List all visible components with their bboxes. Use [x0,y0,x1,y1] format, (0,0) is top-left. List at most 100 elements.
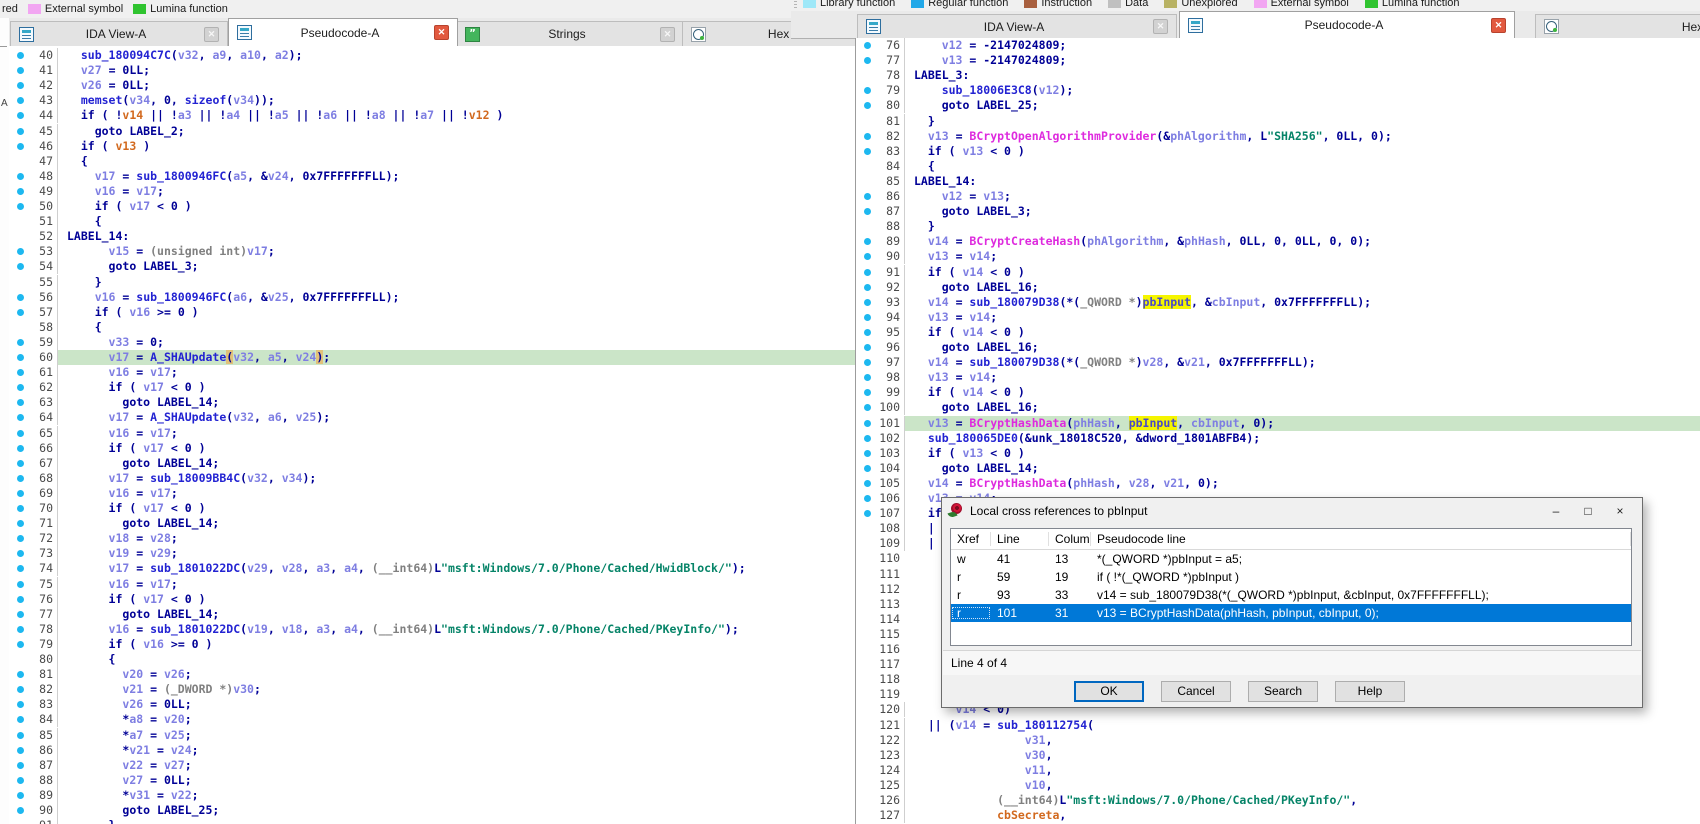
code-line-87: 87 goto LABEL_3; [856,204,1700,220]
tab-strings[interactable]: ”Strings✕ [456,21,684,46]
xref-dialog-titlebar[interactable]: Local cross references to pbInput – □ × [942,498,1642,524]
tab-ida-view-a[interactable]: IDA View-A✕ [10,21,228,46]
code-text: } [57,818,855,824]
code-text: if ( v13 ) [57,139,855,154]
line-number: 87 [868,204,900,219]
code-text: v14 = BCryptCreateHash(phAlgorithm, &phH… [904,234,1700,249]
tab-label: Strings [480,27,654,41]
column-header-column[interactable]: Column [1049,532,1091,546]
tab-pseudocode-a[interactable]: Pseudocode-A✕ [1179,11,1515,38]
tab-pseudocode-a[interactable]: Pseudocode-A✕ [228,18,458,46]
line-number: 87 [21,758,53,773]
line-number: 75 [21,577,53,592]
column-header-xref[interactable]: Xref [951,532,991,546]
code-line-80: 80 { [9,652,855,668]
line-number: 101 [868,416,900,431]
xref-row[interactable]: r9333 v14 = sub_180079D38(*(_QWORD *)pbI… [951,586,1631,604]
line-number: 81 [21,667,53,682]
xref-table-header[interactable]: XrefLineColumnPseudocode line [951,529,1631,550]
code-text: v19 = v29; [57,546,855,561]
code-text: LABEL_3: [904,68,1700,83]
code-line-67: 67 goto LABEL_14; [9,456,855,472]
code-line-90: 90 goto LABEL_25; [9,803,855,819]
line-number: 51 [21,214,53,229]
code-line-92: 92 goto LABEL_16; [856,280,1700,296]
code-line-65: 65 v16 = v17; [9,426,855,442]
line-number: 106 [868,491,900,506]
line-number: 99 [868,385,900,400]
xref-row[interactable]: r10131 v13 = BCryptHashData(phHash, pbIn… [951,604,1631,622]
code-text: v33 = 0; [57,335,855,350]
code-text: goto LABEL_14; [57,456,855,471]
code-line-97: 97 v14 = sub_180079D38(*(_QWORD *)v28, &… [856,355,1700,371]
line-number: 52 [21,229,53,244]
line-number: 83 [21,697,53,712]
ida-view-icon [866,19,881,34]
tab-close-icon[interactable]: ✕ [1491,18,1506,33]
line-number: 41 [21,63,53,78]
maximize-icon[interactable]: □ [1572,504,1604,518]
tab-close-icon[interactable]: ✕ [204,27,219,42]
line-number: 91 [21,818,53,824]
line-number: 60 [21,350,53,365]
code-text: v16 = v17; [57,577,855,592]
pseudocode-pane-left[interactable]: 40 sub_180094C7C(v32, a9, a10, a2);41 v2… [9,46,855,824]
code-text: goto LABEL_14; [57,607,855,622]
code-text: v17 = sub_1800946FC(a5, &v24, 0x7FFFFFFF… [57,169,855,184]
tab-hex[interactable]: Hex [1535,14,1700,38]
code-text: v13 = BCryptHashData(phHash, pbInput, cb… [904,416,1700,431]
line-number: 94 [868,310,900,325]
column-header-pseudocode-line[interactable]: Pseudocode line [1091,532,1631,546]
code-text: v13 = -2147024809; [904,53,1700,68]
line-number: 95 [868,325,900,340]
code-text: v16 = v17; [57,365,855,380]
ok-button[interactable]: OK [1074,681,1144,702]
code-line-82: 82 v13 = BCryptOpenAlgorithmProvider(&ph… [856,129,1700,145]
line-number: 84 [868,159,900,174]
toolbar-grip [794,1,797,10]
code-text: goto LABEL_3; [904,204,1700,219]
code-text: *a7 = v25; [57,728,855,743]
code-text: v16 = v17; [57,184,855,199]
code-text: v26 = 0LL; [57,78,855,93]
tab-label: IDA View-A [881,20,1147,34]
code-text: v14 = sub_180079D38(*(_QWORD *)v28, &v21… [904,355,1700,370]
xref-line: 59 [991,570,1049,584]
line-number: 109 [868,536,900,551]
code-line-89: 89 v14 = BCryptCreateHash(phAlgorithm, &… [856,234,1700,250]
minimize-icon[interactable]: – [1540,504,1572,518]
close-icon[interactable]: × [1604,504,1636,518]
line-number: 66 [21,441,53,456]
code-line-56: 56 v16 = sub_1800946FC(a6, &v25, 0x7FFFF… [9,290,855,306]
xref-table[interactable]: XrefLineColumnPseudocode linew4113 *(_QW… [950,528,1632,646]
code-line-124: 124 v11, [856,763,1700,779]
cancel-button[interactable]: Cancel [1161,681,1231,702]
xref-dialog: Local cross references to pbInput – □ × … [941,497,1643,708]
code-line-45: 45 goto LABEL_2; [9,124,855,140]
xref-row[interactable]: r5919 if ( !*(_QWORD *)pbInput ) [951,568,1631,586]
line-number: 79 [21,637,53,652]
column-header-line[interactable]: Line [991,532,1049,546]
tab-close-icon[interactable]: ✕ [660,27,675,42]
search-button[interactable]: Search [1248,681,1318,702]
line-number: 50 [21,199,53,214]
legend-swatch [911,0,924,8]
xref-row[interactable]: w4113 *(_QWORD *)pbInput = a5; [951,550,1631,568]
code-line-46: 46 if ( v13 ) [9,139,855,155]
code-line-104: 104 goto LABEL_14; [856,461,1700,477]
code-text: v22 = v27; [57,758,855,773]
xref-line: 101 [991,606,1049,620]
legend-item: Data [1108,0,1148,9]
help-button[interactable]: Help [1335,681,1405,702]
legend-item: Lumina function [133,3,228,15]
code-line-103: 103 if ( v13 < 0 ) [856,446,1700,462]
xref-line: 93 [991,588,1049,602]
tab-ida-view-a[interactable]: IDA View-A ✕ [857,14,1177,38]
legend-item: Instruction [1024,0,1092,9]
code-line-84: 84 *a8 = v20; [9,712,855,728]
tab-close-icon[interactable]: ✕ [1153,19,1168,34]
tab-close-icon[interactable]: ✕ [434,25,449,40]
code-text: LABEL_14: [57,229,855,244]
line-number: 125 [868,778,900,793]
code-line-62: 62 if ( v17 < 0 ) [9,380,855,396]
